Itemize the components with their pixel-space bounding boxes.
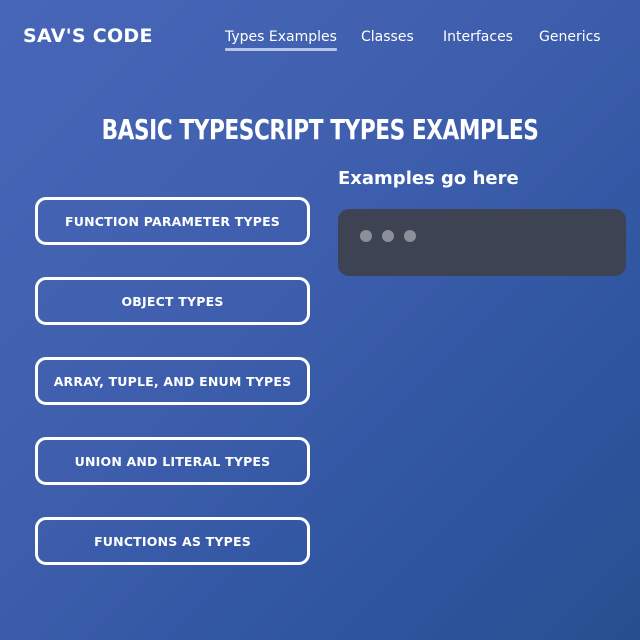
object-types-button[interactable]: OBJECT TYPES	[35, 277, 310, 325]
functions-as-types-button[interactable]: FUNCTIONS AS TYPES	[35, 517, 310, 565]
window-dot-3	[404, 230, 416, 242]
examples-heading: Examples go here	[338, 168, 519, 189]
code-example-window	[338, 209, 626, 276]
nav-link-interfaces[interactable]: Interfaces	[443, 29, 513, 45]
window-dot-1	[360, 230, 372, 242]
function-parameter-types-button[interactable]: FUNCTION PARAMETER TYPES	[35, 197, 310, 245]
site-header: SAV'S CODE Types Examples Classes Interf…	[0, 0, 640, 76]
nav-link-classes[interactable]: Classes	[361, 29, 414, 45]
window-dot-2	[382, 230, 394, 242]
array-tuple-enum-types-button[interactable]: ARRAY, TUPLE, AND ENUM TYPES	[35, 357, 310, 405]
union-literal-types-button[interactable]: UNION AND LITERAL TYPES	[35, 437, 310, 485]
nav-link-generics[interactable]: Generics	[539, 29, 601, 45]
nav-link-types-examples[interactable]: Types Examples	[225, 29, 337, 51]
page-title: BASIC TYPESCRIPT TYPES EXAMPLES	[101, 113, 539, 146]
main-nav: Types Examples Classes Interfaces Generi…	[0, 29, 640, 53]
